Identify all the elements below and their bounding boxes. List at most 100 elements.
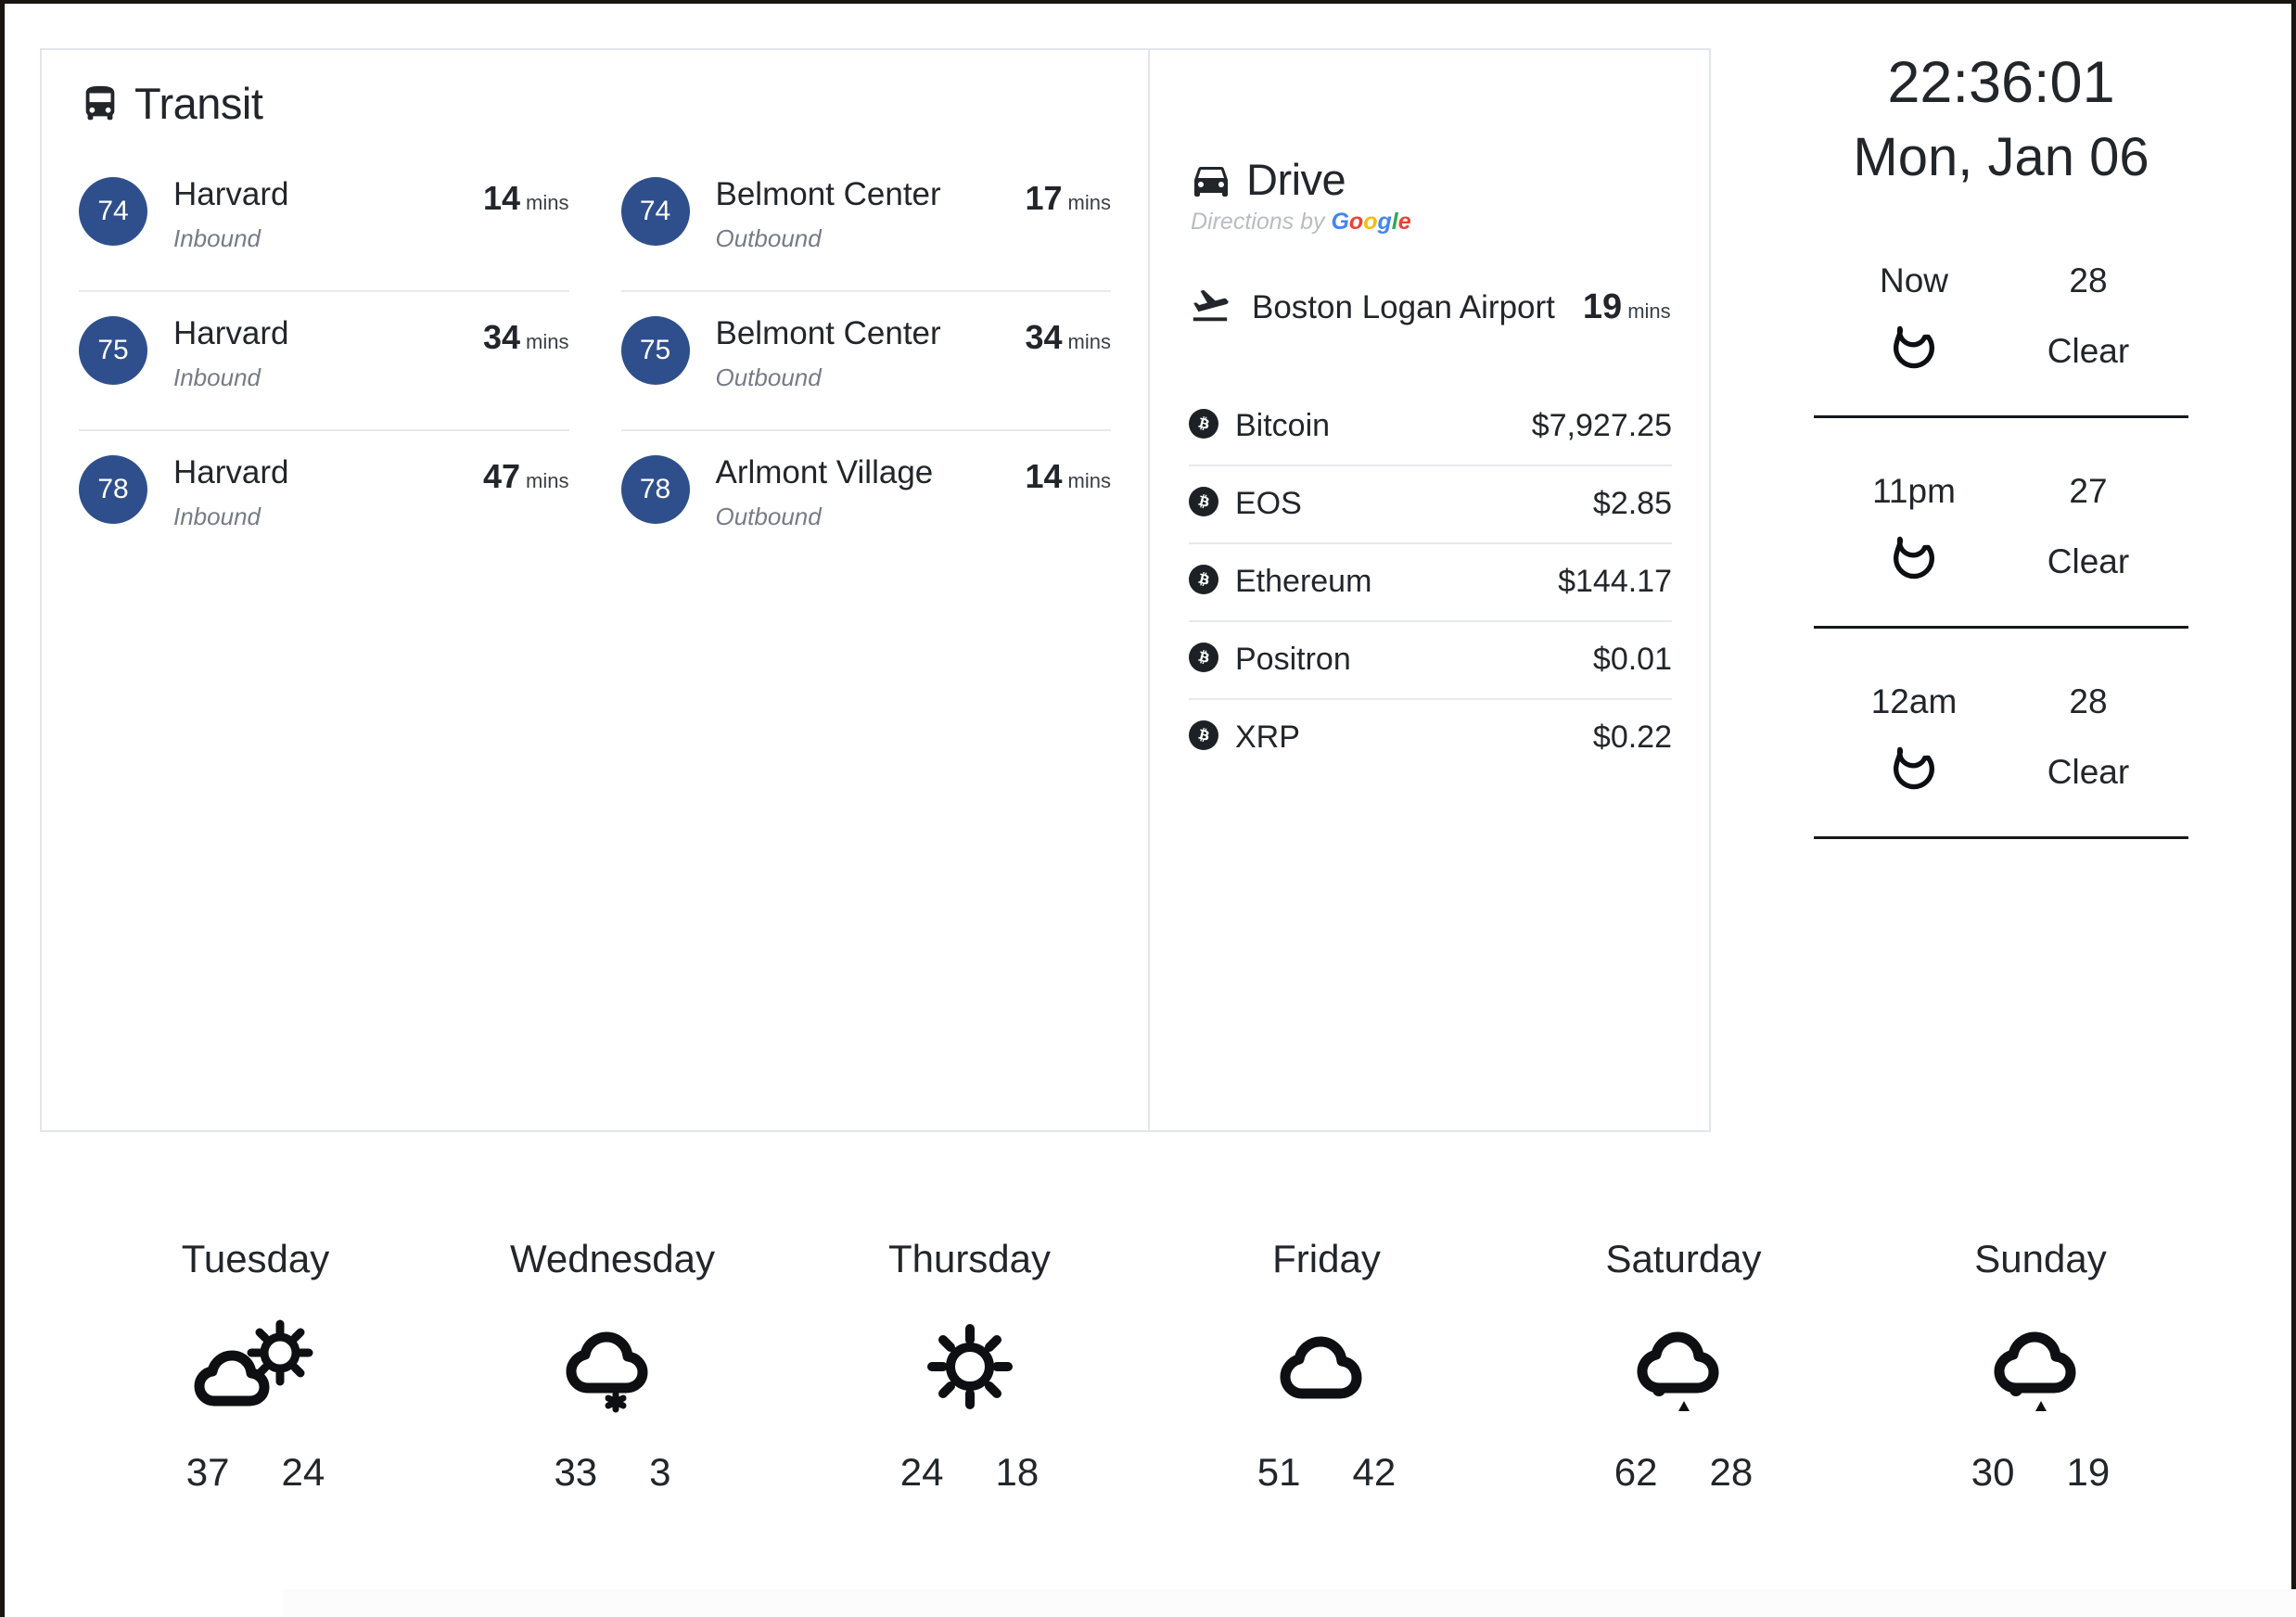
transit-eta: 34 mins — [483, 312, 569, 357]
hourly-forecast-item: 12am 28 Clear — [1814, 682, 2188, 840]
bitcoin-icon — [1189, 643, 1218, 677]
eta-unit: mins — [1067, 191, 1111, 214]
cloud-snow-icon — [543, 1307, 682, 1426]
table-row[interactable]: 78 Arlmont Village Outbound 14 mins — [620, 431, 1112, 570]
transit-text: Belmont Center Outbound — [690, 312, 1026, 392]
transit-grid: 74 Harvard Inbound 14 mins 75 Harvard In… — [79, 153, 1111, 570]
hourly-condition: Clear — [2047, 542, 2130, 581]
eta-unit: mins — [526, 469, 569, 492]
eta-unit: mins — [526, 330, 569, 353]
top-region: Transit 74 Harvard Inbound 14 mins 75 Ha… — [5, 4, 2291, 1172]
divider — [1814, 836, 2188, 840]
list-item[interactable]: Ethereum $144.17 — [1189, 544, 1672, 622]
day-low: 24 — [281, 1450, 325, 1494]
crypto-price: $7,927.25 — [1531, 408, 1672, 443]
daily-forecast-item: Friday 51 42 — [1148, 1237, 1505, 1495]
daily-forecast-item: Sunday 30 19 — [1862, 1237, 2219, 1495]
crypto-name: Ethereum — [1235, 564, 1372, 599]
day-temps: 37 24 — [186, 1450, 325, 1495]
day-temps: 33 3 — [554, 1450, 670, 1495]
transit-inbound-column: 74 Harvard Inbound 14 mins 75 Harvard In… — [79, 153, 569, 570]
route-badge: 75 — [620, 316, 690, 385]
drive-destination-row[interactable]: Boston Logan Airport 19 mins — [1189, 284, 1672, 331]
day-name: Tuesday — [181, 1237, 330, 1280]
eta-value: 14 — [1025, 457, 1063, 495]
clock-weather-panel: 22:36:01 Mon, Jan 06 Now 28 Clear 11pm 2… — [1783, 48, 2219, 840]
crypto-price: $0.01 — [1592, 642, 1672, 677]
bitcoin-icon — [1189, 720, 1218, 755]
transit-destination: Harvard — [173, 176, 289, 212]
bitcoin-icon — [1189, 565, 1218, 599]
bus-icon — [79, 83, 121, 125]
eta-value: 34 — [483, 318, 521, 356]
day-name: Saturday — [1605, 1237, 1762, 1280]
daily-forecast: Tuesday 37 24 Wednesday 33 3 Thursday 24… — [5, 1237, 2291, 1495]
hourly-condition: Clear — [2047, 332, 2130, 371]
day-low: 19 — [2066, 1450, 2111, 1494]
table-row[interactable]: 74 Belmont Center Outbound 17 mins — [620, 153, 1112, 292]
list-item[interactable]: EOS $2.85 — [1189, 466, 1672, 544]
daily-forecast-item: Thursday 24 18 — [791, 1237, 1148, 1495]
eta-unit: mins — [526, 191, 569, 214]
list-item[interactable]: XRP $0.22 — [1189, 700, 1672, 776]
day-temps: 30 19 — [1971, 1450, 2110, 1495]
transit-header: Transit — [79, 78, 1111, 129]
drive-section: Drive Directions by Google Boston Logan … — [1150, 50, 1709, 1130]
transit-destination: Harvard — [173, 315, 289, 351]
transit-text: Harvard Inbound — [147, 312, 483, 392]
hourly-time: Now — [1879, 261, 1949, 300]
directions-attribution: Directions by Google — [1191, 209, 1672, 236]
crypto-price: $0.22 — [1592, 719, 1672, 755]
moon-icon — [1885, 745, 1943, 803]
day-temps: 62 28 — [1614, 1450, 1753, 1495]
table-row[interactable]: 78 Harvard Inbound 47 mins — [79, 431, 569, 570]
transit-eta: 14 mins — [1026, 452, 1112, 496]
drive-header: Drive — [1189, 154, 1672, 205]
transit-eta: 14 mins — [483, 173, 569, 218]
transit-eta: 17 mins — [1026, 173, 1112, 218]
crypto-name: EOS — [1235, 486, 1302, 521]
table-row[interactable]: 75 Harvard Inbound 34 mins — [79, 292, 569, 431]
bitcoin-icon — [1189, 487, 1218, 521]
eta-unit: mins — [1067, 469, 1111, 492]
cloud-rain-icon — [1971, 1307, 2111, 1426]
transit-outbound-column: 74 Belmont Center Outbound 17 mins 75 Be… — [620, 153, 1112, 570]
day-low: 42 — [1352, 1450, 1397, 1494]
eta-value: 34 — [1025, 318, 1063, 356]
clock-date: Mon, Jan 06 — [1853, 126, 2149, 187]
eta-value: 47 — [483, 457, 521, 495]
table-row[interactable]: 74 Harvard Inbound 14 mins — [79, 153, 569, 292]
eta-unit: mins — [1067, 330, 1111, 353]
transit-direction: Inbound — [173, 224, 261, 253]
transit-text: Arlmont Village Outbound — [690, 452, 1026, 531]
bitcoin-icon — [1189, 409, 1218, 443]
list-item[interactable]: Bitcoin $7,927.25 — [1189, 388, 1672, 466]
day-name: Thursday — [887, 1237, 1052, 1280]
sun-icon — [900, 1307, 1040, 1426]
crypto-price: $144.17 — [1558, 564, 1672, 599]
daily-forecast-item: Wednesday 33 3 — [434, 1237, 791, 1495]
crypto-name: Positron — [1235, 642, 1351, 677]
eta-unit: mins — [1627, 299, 1671, 323]
divider — [1814, 415, 2188, 419]
attribution-prefix: Directions by — [1191, 209, 1332, 235]
transit-direction: Inbound — [173, 503, 261, 531]
transit-section: Transit 74 Harvard Inbound 14 mins 75 Ha… — [42, 50, 1150, 1130]
car-icon — [1189, 158, 1233, 202]
horizontal-scrollbar[interactable] — [283, 1589, 2296, 1617]
hourly-temp: 28 — [2069, 682, 2108, 721]
transit-title: Transit — [134, 79, 263, 128]
daily-forecast-item: Tuesday 37 24 — [77, 1237, 434, 1495]
hourly-forecast-item: 11pm 27 Clear — [1814, 472, 2188, 630]
clock-time: 22:36:01 — [1887, 50, 2115, 115]
crypto-price: $2.85 — [1592, 486, 1672, 521]
hourly-temp: 28 — [2069, 261, 2108, 300]
crypto-name: XRP — [1235, 719, 1300, 755]
transit-destination: Arlmont Village — [715, 454, 934, 490]
list-item[interactable]: Positron $0.01 — [1189, 622, 1672, 700]
day-name: Friday — [1272, 1237, 1381, 1280]
transit-direction: Outbound — [715, 503, 822, 531]
hourly-condition: Clear — [2047, 753, 2130, 792]
table-row[interactable]: 75 Belmont Center Outbound 34 mins — [620, 292, 1111, 431]
transit-direction: Outbound — [715, 363, 822, 392]
